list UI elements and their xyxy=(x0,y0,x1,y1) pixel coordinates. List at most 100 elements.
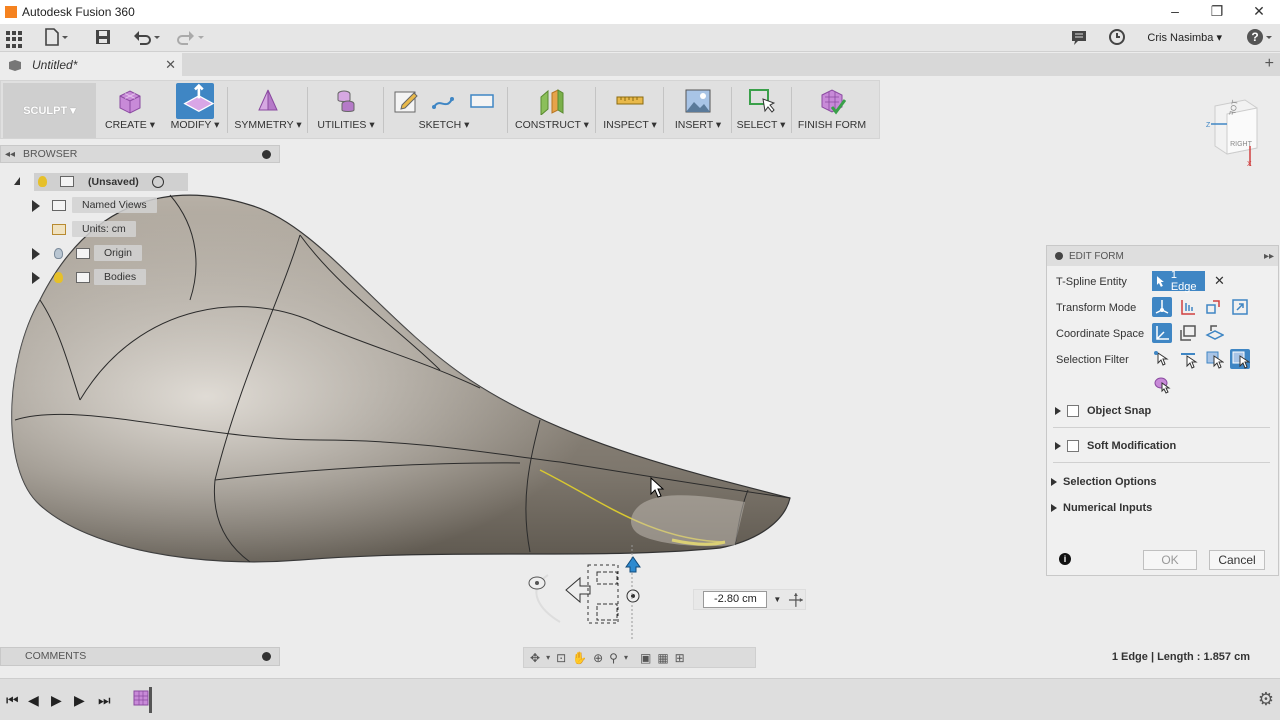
selection-options-section[interactable]: Selection Options xyxy=(1043,469,1274,495)
add-comment-icon[interactable] xyxy=(262,652,271,661)
translate-mode-icon[interactable] xyxy=(1178,297,1198,317)
inspect-menu[interactable]: INSPECT ▾ xyxy=(601,83,659,138)
all-filter-icon[interactable] xyxy=(1230,349,1251,369)
help-icon[interactable]: ? xyxy=(1246,28,1274,48)
activate-radio-icon[interactable] xyxy=(152,176,164,188)
insert-menu[interactable]: INSERT ▾ xyxy=(669,83,727,138)
select-menu[interactable]: SELECT ▾ xyxy=(735,83,787,138)
expand-dialog-icon[interactable]: ▸▸ xyxy=(1264,251,1274,262)
go-to-end-icon[interactable]: ⏭ xyxy=(98,692,111,709)
data-panel-icon[interactable] xyxy=(6,28,24,48)
expand-arrow-icon[interactable] xyxy=(1055,407,1061,415)
viewcube-face-label: RIGHT xyxy=(1230,141,1253,148)
grid-settings-icon[interactable]: ▦ xyxy=(657,651,668,665)
move-handle-icon[interactable] xyxy=(787,592,805,608)
look-at-icon[interactable]: ⊡ xyxy=(556,651,566,665)
form-feature-icon[interactable] xyxy=(132,687,154,713)
vertex-filter-icon[interactable] xyxy=(1152,349,1172,369)
close-button[interactable]: ✕ xyxy=(1238,0,1280,24)
expand-arrow-icon[interactable] xyxy=(32,272,40,284)
edge-filter-icon[interactable] xyxy=(1178,349,1198,369)
visibility-bulb-icon[interactable] xyxy=(54,248,63,259)
viewports-icon[interactable]: ⊞ xyxy=(675,651,685,665)
expand-arrow-icon[interactable] xyxy=(32,200,40,212)
restore-button[interactable]: ❐ xyxy=(1196,0,1238,24)
create-menu[interactable]: CREATE ▾ xyxy=(101,83,159,138)
entity-value: 1 Edge xyxy=(1170,269,1197,293)
symmetry-menu[interactable]: SYMMETRY ▾ xyxy=(233,83,303,138)
soft-modification-section[interactable]: Soft Modification xyxy=(1047,433,1278,459)
info-icon[interactable]: i xyxy=(1059,553,1071,565)
orbit-icon[interactable]: ✥ xyxy=(530,651,540,665)
step-forward-icon[interactable]: ▶ xyxy=(74,692,85,709)
utilities-menu[interactable]: UTILITIES ▾ xyxy=(313,83,379,138)
transform-manipulator[interactable] xyxy=(528,545,641,640)
workspace-switcher[interactable]: SCULPT ▾ xyxy=(3,83,96,138)
chevron-down-icon[interactable]: ▾ xyxy=(546,653,550,662)
ok-button[interactable]: OK xyxy=(1143,550,1197,570)
cancel-button[interactable]: Cancel xyxy=(1209,550,1265,570)
rotate-mode-icon[interactable] xyxy=(1204,297,1224,317)
expand-arrow-icon[interactable] xyxy=(1055,442,1061,450)
numerical-inputs-section[interactable]: Numerical Inputs xyxy=(1043,495,1274,521)
selection-status: 1 Edge | Length : 1.857 cm xyxy=(1111,651,1250,663)
minimize-button[interactable]: – xyxy=(1154,0,1196,24)
step-back-icon[interactable]: ◀ xyxy=(28,692,39,709)
zoom-window-icon[interactable]: ⊕ xyxy=(593,651,603,665)
scale-mode-icon[interactable] xyxy=(1230,297,1250,317)
object-snap-checkbox[interactable] xyxy=(1067,405,1079,417)
chevron-down-icon[interactable]: ▼ xyxy=(773,595,781,604)
user-account-menu[interactable]: Cris Nasimba ▾ xyxy=(1147,31,1222,44)
folder-icon xyxy=(76,248,90,259)
collapse-browser-icon[interactable]: ◂◂ xyxy=(5,149,15,160)
finish-form-button[interactable]: FINISH FORM xyxy=(797,83,867,138)
ribbon-separator xyxy=(791,87,792,133)
redo-icon[interactable] xyxy=(174,28,204,48)
undo-icon[interactable] xyxy=(132,28,162,48)
construct-label: CONSTRUCT ▾ xyxy=(515,119,589,131)
comments-panel[interactable]: COMMENTS xyxy=(0,647,280,666)
play-icon[interactable]: ▶ xyxy=(51,692,62,709)
pan-icon[interactable]: ✋ xyxy=(572,651,587,665)
t-spline-entity-selector[interactable]: 1 Edge xyxy=(1152,269,1205,293)
file-menu-icon[interactable] xyxy=(44,28,70,48)
viewport-canvas[interactable] xyxy=(0,140,1040,640)
expand-arrow-icon[interactable] xyxy=(1051,504,1057,512)
save-icon[interactable] xyxy=(94,28,112,48)
edit-form-header[interactable]: EDIT FORM ▸▸ xyxy=(1047,246,1278,266)
expand-arrow-icon[interactable] xyxy=(1051,478,1057,486)
object-snap-section[interactable]: Object Snap xyxy=(1047,398,1278,424)
body-filter-icon[interactable] xyxy=(1152,374,1172,394)
local-space-icon[interactable] xyxy=(1204,323,1225,343)
document-tab[interactable]: Untitled* ✕ xyxy=(0,53,182,76)
distance-input-field[interactable]: -2.80 cm xyxy=(703,591,768,608)
browser-panel-header[interactable]: ◂◂ BROWSER xyxy=(0,145,280,163)
go-to-start-icon[interactable]: ⏮ xyxy=(6,692,19,709)
display-settings-icon[interactable]: ▣ xyxy=(640,651,651,665)
soft-modification-checkbox[interactable] xyxy=(1067,440,1079,452)
job-status-icon[interactable] xyxy=(1070,28,1088,48)
world-space-icon[interactable] xyxy=(1178,323,1198,343)
construct-menu[interactable]: CONSTRUCT ▾ xyxy=(513,83,591,138)
sketch-menu[interactable]: SKETCH ▾ xyxy=(387,83,501,138)
face-filter-icon[interactable] xyxy=(1204,349,1225,369)
close-tab-icon[interactable]: ✕ xyxy=(165,57,176,73)
sketch-icon xyxy=(394,91,418,113)
modify-menu[interactable]: MODIFY ▾ xyxy=(167,83,223,138)
clear-selection-icon[interactable]: ✕ xyxy=(1214,273,1225,289)
expand-arrow-icon[interactable] xyxy=(32,248,40,260)
browser-minimize-icon[interactable] xyxy=(262,149,271,159)
expand-arrow-icon[interactable] xyxy=(14,177,20,185)
sketch-label: SKETCH ▾ xyxy=(418,119,470,131)
visibility-bulb-icon[interactable] xyxy=(38,176,47,187)
chevron-down-icon[interactable]: ▾ xyxy=(624,653,628,662)
timeline-settings-gear-icon[interactable]: ⚙ xyxy=(1258,689,1274,710)
history-clock-icon[interactable] xyxy=(1108,28,1126,48)
zoom-icon[interactable]: ⚲ xyxy=(609,651,618,665)
multi-transform-icon[interactable] xyxy=(1152,297,1172,317)
collapse-dialog-icon[interactable] xyxy=(1055,252,1063,260)
new-tab-icon[interactable]: + xyxy=(1265,55,1274,73)
viewcube[interactable]: RIGHT ꟻOT Z X xyxy=(1205,96,1263,166)
view-space-icon[interactable] xyxy=(1152,323,1172,343)
visibility-bulb-icon[interactable] xyxy=(54,272,63,283)
